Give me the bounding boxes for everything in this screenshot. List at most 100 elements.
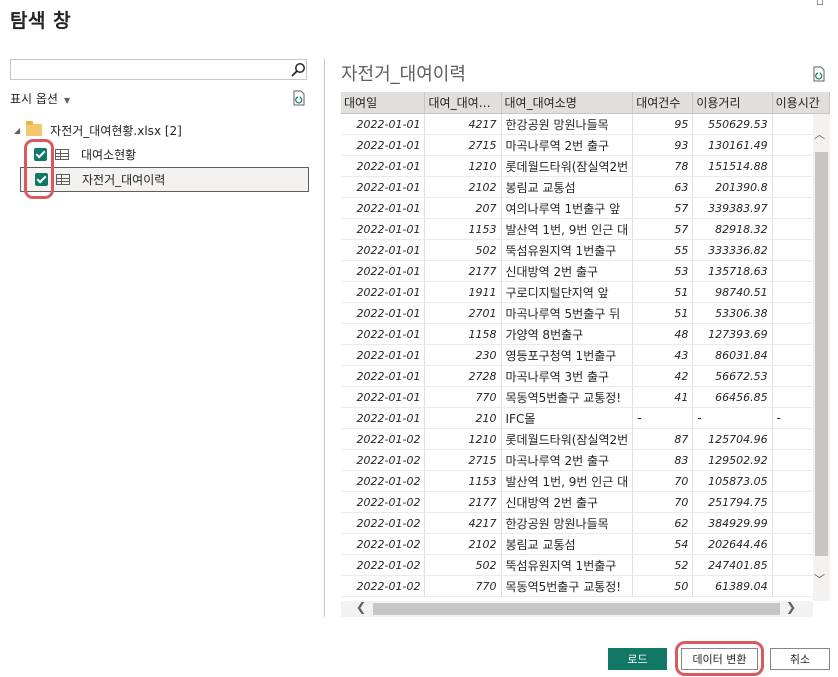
- column-header[interactable]: 대여일: [341, 92, 426, 114]
- vertical-scroll-thumb[interactable]: [815, 152, 828, 556]
- table-cell: 230: [424, 344, 502, 366]
- table-cell: 105873.05: [692, 470, 773, 492]
- close-icon[interactable]: ▫: [816, 0, 824, 8]
- table-cell: 83: [632, 449, 694, 471]
- table-row[interactable]: 2022-01-01 502 뚝섬유원지역 1번출구 55 333336.82: [341, 239, 830, 261]
- refresh-icon[interactable]: [291, 90, 307, 106]
- table-cell: 2728: [424, 365, 502, 387]
- scroll-right-icon[interactable]: ❯: [786, 600, 796, 614]
- table-row[interactable]: 2022-01-02 2177 신대방역 2번 출구 70 251794.75: [341, 491, 830, 513]
- table-cell: 57: [632, 197, 694, 219]
- table-cell: 4217: [424, 512, 502, 534]
- column-header[interactable]: 이용시간: [772, 92, 830, 114]
- table-row[interactable]: 2022-01-02 770 목동역5번출구 교통정! 50 61389.04: [341, 575, 830, 597]
- column-header[interactable]: 대여_대여…: [424, 92, 502, 114]
- table-cell: 1153: [424, 470, 502, 492]
- load-button[interactable]: 로드: [608, 648, 667, 670]
- table-row[interactable]: 2022-01-01 210 IFC몰 - - -: [341, 407, 830, 429]
- table-row[interactable]: 2022-01-01 2177 신대방역 2번 출구 53 135718.63: [341, 260, 830, 282]
- table-cell: 봉림교 교통섬: [501, 533, 634, 555]
- table-cell: 뚝섬유원지역 1번출구: [501, 554, 634, 576]
- table-row[interactable]: 2022-01-01 230 영등포구청역 1번출구 43 86031.84: [341, 344, 830, 366]
- table-cell: 151514.88: [692, 155, 773, 177]
- table-row[interactable]: 2022-01-01 1911 구로디지털단지역 앞 51 98740.51: [341, 281, 830, 303]
- cancel-button[interactable]: 취소: [770, 648, 830, 670]
- table-row[interactable]: 2022-01-02 1210 롯데월드타워(잠실역2번 87 125704.96: [341, 428, 830, 450]
- table-row[interactable]: 2022-01-01 770 목동역5번출구 교통정! 41 66456.85: [341, 386, 830, 408]
- preview-title: 자전거_대여이력: [341, 64, 466, 85]
- table-row[interactable]: 2022-01-01 1158 가양역 8번출구 48 127393.69: [341, 323, 830, 345]
- table-cell: 502: [424, 239, 502, 261]
- table-row[interactable]: 2022-01-02 1153 발산역 1번, 9번 인근 대 70 105873.05: [341, 470, 830, 492]
- table-row[interactable]: 2022-01-02 4217 한강공원 망원나들목 62 384929.99: [341, 512, 830, 534]
- table-cell: 61389.04: [692, 575, 773, 597]
- table-row[interactable]: 2022-01-01 2102 봉림교 교통섬 63 201390.8: [341, 176, 830, 198]
- column-header[interactable]: 대여건수: [632, 92, 694, 114]
- table-cell: 251794.75: [692, 491, 773, 513]
- table-cell: 770: [424, 386, 502, 408]
- table-cell: 202644.46: [692, 533, 773, 555]
- table-cell: 롯데월드타워(잠실역2번: [501, 428, 634, 450]
- table-cell: 1153: [424, 218, 502, 240]
- scroll-up-icon[interactable]: ︿: [814, 126, 825, 142]
- scroll-down-icon[interactable]: ﹀: [814, 571, 825, 587]
- table-cell: 70: [632, 491, 694, 513]
- table-row[interactable]: 2022-01-01 4217 한강공원 망원나들목 95 550629.53: [341, 113, 830, 135]
- table-row[interactable]: 2022-01-02 2102 봉림교 교통섬 54 202644.46: [341, 533, 830, 555]
- table-row[interactable]: 2022-01-01 2728 마곡나루역 3번 출구 42 56672.53: [341, 365, 830, 387]
- table-cell: 247401.85: [692, 554, 773, 576]
- table-cell: 2022-01-01: [341, 134, 426, 156]
- refresh-icon[interactable]: [811, 66, 827, 82]
- expand-arrow-icon[interactable]: ◢: [14, 126, 20, 135]
- scroll-left-icon[interactable]: ❮: [356, 600, 366, 614]
- table-cell: 2022-01-01: [341, 260, 426, 282]
- search-input[interactable]: [10, 59, 307, 80]
- display-options-dropdown[interactable]: 표시 옵션 ▼: [10, 90, 70, 107]
- table-cell: 여의나루역 1번출구 앞: [501, 197, 634, 219]
- table-cell: 가양역 8번출구: [501, 323, 634, 345]
- column-header[interactable]: 대여_대여소명: [501, 92, 634, 114]
- table-cell: 한강공원 망원나들목: [501, 512, 634, 534]
- table-cell: 1210: [424, 155, 502, 177]
- table-cell: 127393.69: [692, 323, 773, 345]
- table-row[interactable]: 2022-01-01 1210 롯데월드타워(잠실역2번 78 151514.88: [341, 155, 830, 177]
- table-row[interactable]: 2022-01-01 2715 마곡나루역 2번 출구 93 130161.49: [341, 134, 830, 156]
- table-cell: 구로디지털단지역 앞: [501, 281, 634, 303]
- table-cell: 78: [632, 155, 694, 177]
- table-row[interactable]: 2022-01-01 2701 마곡나루역 5번출구 뒤 51 53306.38: [341, 302, 830, 324]
- table-cell: 봉림교 교통섬: [501, 176, 634, 198]
- table-cell: 마곡나루역 5번출구 뒤: [501, 302, 634, 324]
- table-cell: 2022-01-02: [341, 449, 426, 471]
- tree-item-bike-rental-history[interactable]: 자전거_대여이력: [20, 167, 309, 192]
- table-cell: 207: [424, 197, 502, 219]
- table-cell: 신대방역 2번 출구: [501, 491, 634, 513]
- table-cell: 2022-01-01: [341, 407, 426, 429]
- table-cell: 2715: [424, 134, 502, 156]
- table-cell: 502: [424, 554, 502, 576]
- table-cell: 2022-01-02: [341, 470, 426, 492]
- table-cell: 52: [632, 554, 694, 576]
- table-cell: 2715: [424, 449, 502, 471]
- table-cell: 86031.84: [692, 344, 773, 366]
- table-cell: IFC몰: [501, 407, 634, 429]
- window-title: 탐색 창: [10, 10, 72, 32]
- table-header-row: 대여일 대여_대여… 대여_대여소명 대여건수 이용거리 이용시간: [341, 92, 830, 114]
- tree-item-rental-stations[interactable]: 대여소현황: [20, 142, 310, 167]
- table-cell: 4217: [424, 113, 502, 135]
- preview-table[interactable]: 대여일 대여_대여… 대여_대여소명 대여건수 이용거리 이용시간 2022-01-01 4…: [341, 92, 830, 617]
- table-row[interactable]: 2022-01-01 207 여의나루역 1번출구 앞 57 339383.97: [341, 197, 830, 219]
- pane-divider[interactable]: [324, 59, 325, 617]
- table-row[interactable]: 2022-01-02 2715 마곡나루역 2번 출구 83 129502.92: [341, 449, 830, 471]
- table-cell: 2022-01-01: [341, 344, 426, 366]
- table-cell: 2022-01-01: [341, 197, 426, 219]
- table-row[interactable]: 2022-01-01 1153 발산역 1번, 9번 인근 대 57 82918.32: [341, 218, 830, 240]
- table-cell: 93: [632, 134, 694, 156]
- column-header[interactable]: 이용거리: [692, 92, 773, 114]
- table-cell: 2022-01-02: [341, 554, 426, 576]
- horizontal-scroll-thumb[interactable]: [373, 603, 780, 615]
- table-cell: 63: [632, 176, 694, 198]
- tree-file-node[interactable]: ◢ 자전거_대여현황.xlsx [2]: [14, 121, 182, 139]
- search-icon[interactable]: [290, 62, 306, 78]
- table-cell: 2102: [424, 533, 502, 555]
- table-row[interactable]: 2022-01-02 502 뚝섬유원지역 1번출구 52 247401.85: [341, 554, 830, 576]
